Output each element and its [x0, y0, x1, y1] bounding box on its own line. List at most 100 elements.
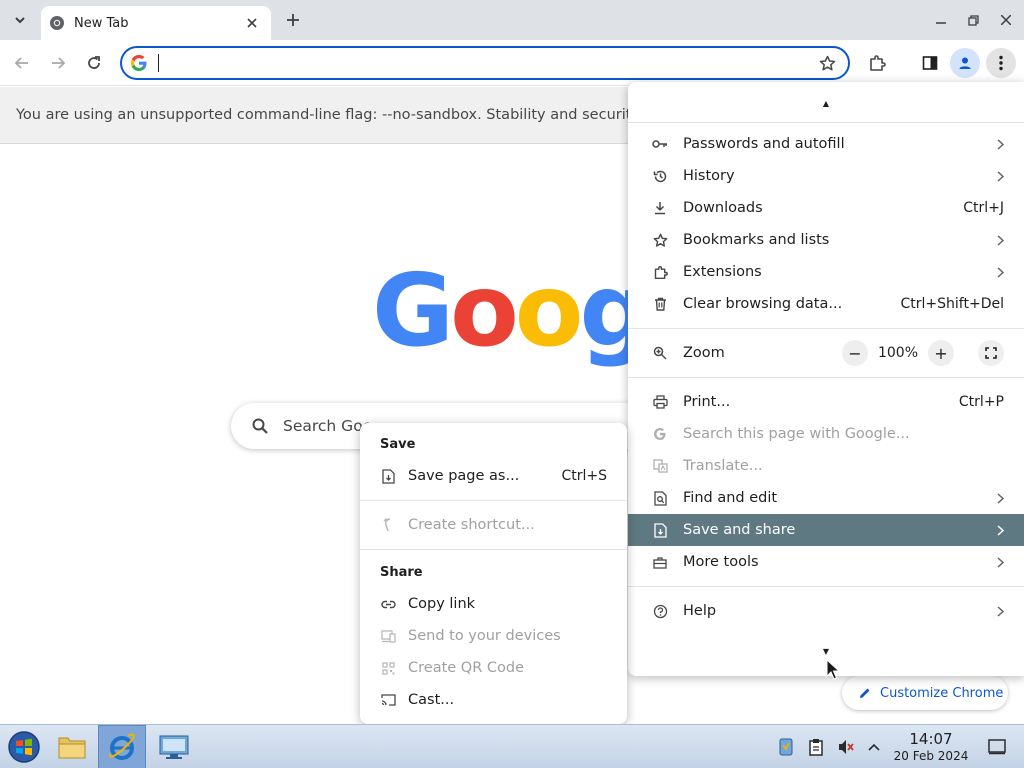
zoom-out-button[interactable]: −: [842, 340, 868, 366]
chevron-right-icon: [992, 492, 1004, 504]
menu-item-print[interactable]: Print... Ctrl+P: [628, 386, 1024, 418]
menu-item-label: Save and share: [683, 522, 796, 538]
menu-item-clear-data[interactable]: Clear browsing data... Ctrl+Shift+Del: [628, 288, 1024, 320]
cast-label: Cast...: [408, 692, 455, 708]
menu-item-translate[interactable]: Translate...: [628, 450, 1024, 482]
desktop-icon: [988, 739, 1006, 755]
restore-button[interactable]: [962, 9, 984, 31]
forward-arrow-icon: [52, 57, 66, 69]
menu-item-label: History: [683, 168, 735, 184]
tray-clipboard-icon[interactable]: [806, 737, 826, 757]
tab-new-tab[interactable]: New Tab: [41, 6, 271, 40]
minimize-button[interactable]: [930, 9, 952, 31]
tab-strip: New Tab: [0, 0, 1024, 40]
extensions-button[interactable]: [862, 48, 892, 78]
text-caret: [158, 54, 159, 72]
menu-item-extensions[interactable]: Extensions: [628, 256, 1024, 288]
start-button[interactable]: [0, 725, 48, 768]
back-button[interactable]: [7, 48, 37, 78]
history-icon: [652, 168, 668, 184]
tab-search-button[interactable]: [7, 7, 33, 33]
start-orb-icon: [8, 731, 40, 763]
link-icon: [380, 596, 396, 612]
clock-time: 14:07: [909, 730, 953, 748]
menu-item-label: Help: [683, 603, 717, 619]
taskbar-explorer[interactable]: [48, 725, 96, 768]
zoom-label: Zoom: [683, 345, 725, 361]
fullscreen-icon: [985, 347, 997, 359]
reload-button[interactable]: [79, 48, 109, 78]
taskbar: 14:07 20 Feb 2024: [0, 724, 1024, 768]
chrome-menu-button[interactable]: [986, 48, 1016, 78]
save-and-share-submenu: Save Save page as... Ctrl+S Create short…: [360, 423, 627, 724]
menu-item-passwords[interactable]: Passwords and autofill: [628, 128, 1024, 160]
customize-chrome-button[interactable]: Customize Chrome: [842, 676, 1008, 710]
zoom-in-button[interactable]: +: [928, 340, 954, 366]
menu-item-label: Passwords and autofill: [683, 136, 845, 152]
send-to-devices-item[interactable]: Send to your devices: [360, 620, 627, 652]
chrome-icon: [50, 16, 64, 30]
address-bar[interactable]: [120, 46, 850, 80]
menu-separator: [628, 377, 1024, 378]
folder-icon: [58, 737, 86, 759]
fullscreen-button[interactable]: [978, 340, 1004, 366]
chevron-right-icon: [992, 605, 1004, 617]
menu-item-shortcut: Ctrl+J: [963, 200, 1004, 216]
create-qr-code-item[interactable]: Create QR Code: [360, 652, 627, 684]
save-page-icon: [380, 468, 396, 484]
menu-item-downloads[interactable]: Downloads Ctrl+J: [628, 192, 1024, 224]
tray-volume-muted-icon[interactable]: [836, 737, 856, 757]
reload-icon: [88, 56, 100, 69]
save-icon: [652, 522, 668, 538]
logo-letter: o: [450, 252, 519, 369]
show-desktop-button[interactable]: [986, 737, 1008, 757]
menu-item-label: Bookmarks and lists: [683, 232, 830, 248]
tray-expand-icon[interactable]: [864, 737, 884, 757]
tab-close-icon[interactable]: [243, 14, 261, 32]
qr-code-icon: [380, 660, 396, 676]
menu-item-label: Downloads: [683, 200, 763, 216]
bookmark-star-icon[interactable]: [816, 52, 838, 74]
puzzle-icon: [652, 264, 668, 280]
zoom-value: 100%: [877, 345, 919, 361]
internet-explorer-icon: [108, 733, 135, 760]
taskbar-clock[interactable]: 14:07 20 Feb 2024: [888, 730, 974, 764]
save-page-as-item[interactable]: Save page as... Ctrl+S: [360, 460, 627, 492]
menu-separator: [628, 586, 1024, 587]
side-panel-icon: [922, 56, 938, 70]
menu-item-label: More tools: [683, 554, 759, 570]
menu-item-search-with-google[interactable]: Search this page with Google...: [628, 418, 1024, 450]
profile-button[interactable]: [950, 48, 980, 78]
new-tab-button[interactable]: [281, 8, 305, 32]
taskbar-remote-app[interactable]: [150, 725, 198, 768]
translate-icon: [652, 458, 668, 474]
tray-network-icon[interactable]: [776, 737, 796, 757]
menu-item-save-and-share[interactable]: Save and share: [628, 514, 1024, 546]
menu-item-bookmarks[interactable]: Bookmarks and lists: [628, 224, 1024, 256]
menu-item-help[interactable]: Help: [628, 595, 1024, 627]
side-panel-button[interactable]: [915, 48, 945, 78]
google-icon: [652, 426, 668, 442]
menu-item-more-tools[interactable]: More tools: [628, 546, 1024, 578]
menu-item-shortcut: Ctrl+P: [958, 394, 1004, 410]
save-page-shortcut: Ctrl+S: [561, 468, 607, 484]
close-window-button[interactable]: [995, 9, 1017, 31]
save-section-header: Save: [380, 437, 416, 452]
menu-item-history[interactable]: History: [628, 160, 1024, 192]
create-shortcut-item[interactable]: Create shortcut...: [360, 509, 627, 541]
menu-item-zoom: Zoom − 100% +: [628, 337, 1024, 369]
forward-button[interactable]: [43, 48, 73, 78]
scroll-up-arrow-icon[interactable]: ▲: [628, 92, 1024, 114]
menu-item-find-and-edit[interactable]: Find and edit: [628, 482, 1024, 514]
more-vert-icon: [999, 55, 1003, 71]
cast-item[interactable]: Cast...: [360, 684, 627, 716]
qr-code-label: Create QR Code: [408, 660, 525, 676]
mouse-cursor-icon: [826, 659, 840, 680]
submenu-separator: [360, 549, 627, 550]
puzzle-icon: [870, 55, 886, 71]
taskbar-browser[interactable]: [98, 725, 146, 768]
toolbar: [0, 40, 1024, 86]
omnibox-input[interactable]: [161, 55, 816, 71]
copy-link-item[interactable]: Copy link: [360, 588, 627, 620]
menu-item-label: Print...: [683, 394, 731, 410]
